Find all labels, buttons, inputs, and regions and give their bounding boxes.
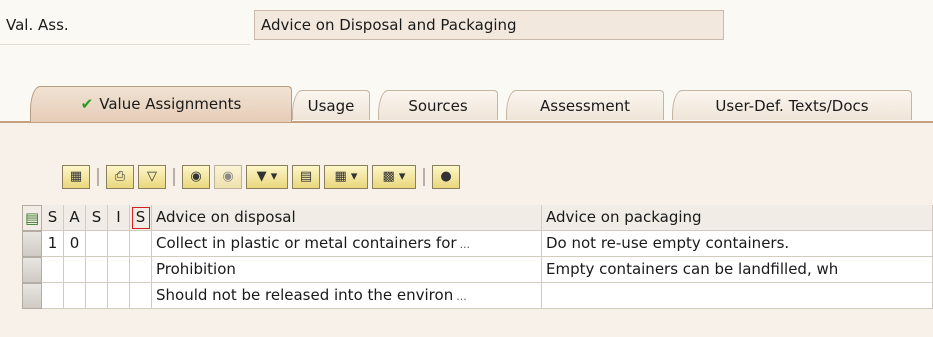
column-header-disposal[interactable]: Advice on disposal xyxy=(152,205,542,231)
tab-label: User-Def. Texts/Docs xyxy=(715,97,869,115)
cell-packaging[interactable]: Empty containers can be landfilled, wh xyxy=(542,257,933,283)
checkmark-icon: ✔ xyxy=(80,95,94,113)
tab-label: Sources xyxy=(408,97,468,115)
row-selector[interactable] xyxy=(22,257,42,283)
tab-label: Usage xyxy=(307,97,355,115)
val-ass-field[interactable]: Advice on Disposal and Packaging xyxy=(254,10,724,40)
cell-s2 xyxy=(86,257,108,283)
row-selector[interactable] xyxy=(22,231,42,257)
separator xyxy=(97,168,99,186)
cell-a: 0 xyxy=(64,231,86,257)
find-icon[interactable]: ◉ xyxy=(182,165,210,189)
column-header-s1[interactable]: S xyxy=(42,205,64,231)
column-header-s2[interactable]: S xyxy=(86,205,108,231)
filter-icon[interactable]: ▽ xyxy=(138,165,166,189)
separator xyxy=(173,168,175,186)
tab-usage[interactable]: Usage xyxy=(292,90,370,120)
table-row: Prohibition Empty containers can be land… xyxy=(22,257,933,283)
val-ass-label: Val. Ass. xyxy=(6,16,69,34)
tab-assessment[interactable]: Assessment xyxy=(506,90,664,120)
find-next-icon[interactable]: ◉ xyxy=(214,165,242,189)
set-filter-icon[interactable]: ▼ ▾ xyxy=(246,165,288,189)
table-row: 1 0 Collect in plastic or metal containe… xyxy=(22,231,933,257)
cell-i xyxy=(108,257,130,283)
select-all-icon[interactable]: ▤ xyxy=(22,205,42,231)
cell-s1 xyxy=(42,257,64,283)
tab-value-assignments[interactable]: ✔ Value Assignments xyxy=(30,86,292,122)
tab-user-def-texts[interactable]: User-Def. Texts/Docs xyxy=(672,90,912,120)
cell-text: Should not be released into the environ xyxy=(156,286,454,304)
row-selector[interactable] xyxy=(22,283,42,309)
value-assignments-panel: ▦ ⎙ ▽ ◉ ◉ ▼ ▾ ▤ ▦ ▾ ▩ ▾ ● ▤ S A S I S Ad… xyxy=(0,121,933,337)
cell-s1 xyxy=(42,283,64,309)
details-icon[interactable]: ▦ xyxy=(62,165,90,189)
more-icon[interactable]: ... xyxy=(460,238,471,251)
cell-packaging[interactable] xyxy=(542,283,933,309)
cell-i xyxy=(108,283,130,309)
print-preview-icon[interactable]: ▤ xyxy=(292,165,320,189)
cell-a xyxy=(64,257,86,283)
separator xyxy=(423,168,425,186)
print-icon[interactable]: ⎙ xyxy=(106,165,134,189)
cell-disposal[interactable]: Should not be released into the environ.… xyxy=(152,283,542,309)
column-header-s3[interactable]: S xyxy=(130,205,152,231)
cell-a xyxy=(64,283,86,309)
more-icon[interactable]: ... xyxy=(456,290,467,303)
cell-disposal[interactable]: Prohibition xyxy=(152,257,542,283)
cell-packaging[interactable]: Do not re-use empty containers. xyxy=(542,231,933,257)
info-icon[interactable]: ● xyxy=(432,165,460,189)
tab-sources[interactable]: Sources xyxy=(378,90,498,120)
header-divider xyxy=(0,44,250,45)
cell-s3 xyxy=(130,283,152,309)
table-row: Should not be released into the environ.… xyxy=(22,283,933,309)
cell-s3 xyxy=(130,231,152,257)
cell-s2 xyxy=(86,231,108,257)
cell-s3 xyxy=(130,257,152,283)
grid-header-row: ▤ S A S I S Advice on disposal Advice on… xyxy=(22,205,933,231)
cell-s1: 1 xyxy=(42,231,64,257)
cell-text: Collect in plastic or metal containers f… xyxy=(156,234,457,252)
tab-label: Value Assignments xyxy=(99,95,242,113)
cell-s2 xyxy=(86,283,108,309)
change-layout-icon[interactable]: ▩ ▾ xyxy=(372,165,416,189)
column-header-a[interactable]: A xyxy=(64,205,86,231)
tab-label: Assessment xyxy=(540,97,630,115)
column-header-packaging[interactable]: Advice on packaging xyxy=(542,205,933,231)
cell-i xyxy=(108,231,130,257)
cell-disposal[interactable]: Collect in plastic or metal containers f… xyxy=(152,231,542,257)
export-icon[interactable]: ▦ ▾ xyxy=(324,165,368,189)
column-header-i[interactable]: I xyxy=(108,205,130,231)
